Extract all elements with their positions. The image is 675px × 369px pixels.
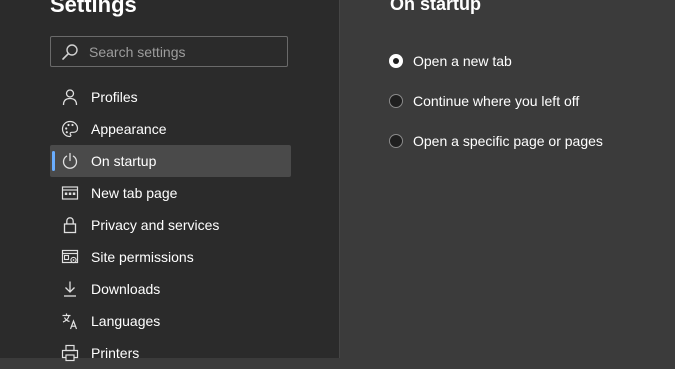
search-icon (60, 42, 80, 62)
new-tab-icon (60, 183, 80, 203)
option-label: Open a new tab (413, 53, 512, 69)
sidebar-title: Settings (50, 0, 137, 17)
sidebar-item-label: Profiles (91, 89, 138, 105)
download-icon (60, 279, 80, 299)
startup-options: Open a new tab Continue where you left o… (389, 41, 603, 161)
radio-button[interactable] (389, 54, 403, 68)
option-open-specific-pages[interactable]: Open a specific page or pages (389, 121, 603, 161)
sidebar-item-downloads[interactable]: Downloads (50, 273, 291, 305)
power-icon (60, 151, 80, 171)
option-continue-where-left-off[interactable]: Continue where you left off (389, 81, 603, 121)
settings-sidebar: Settings Profiles Appearance On startup (0, 0, 340, 362)
radio-button[interactable] (389, 94, 403, 108)
sidebar-item-profiles[interactable]: Profiles (50, 81, 291, 113)
sidebar-item-label: On startup (91, 153, 157, 169)
palette-icon (60, 119, 80, 139)
sidebar-item-on-startup[interactable]: On startup (50, 145, 291, 177)
sidebar-item-label: Downloads (91, 281, 161, 297)
lock-icon (60, 215, 80, 235)
settings-nav: Profiles Appearance On startup New tab p… (50, 81, 291, 369)
sidebar-item-label: Appearance (91, 121, 167, 137)
sidebar-item-new-tab-page[interactable]: New tab page (50, 177, 291, 209)
sidebar-item-label: New tab page (91, 185, 178, 201)
option-label: Open a specific page or pages (413, 133, 603, 149)
sidebar-item-privacy[interactable]: Privacy and services (50, 209, 291, 241)
printer-icon (60, 343, 80, 363)
sidebar-item-label: Languages (91, 313, 161, 329)
sidebar-item-label: Printers (91, 345, 140, 361)
option-open-new-tab[interactable]: Open a new tab (389, 41, 603, 81)
search-input[interactable] (89, 43, 287, 60)
main-content: On startup Open a new tab Continue where… (340, 0, 675, 358)
sidebar-item-printers[interactable]: Printers (50, 337, 291, 369)
sidebar-item-label: Site permissions (91, 249, 194, 265)
sidebar-item-label: Privacy and services (91, 217, 220, 233)
language-icon (60, 311, 80, 331)
person-icon (60, 87, 80, 107)
search-box[interactable] (50, 36, 288, 67)
sidebar-item-languages[interactable]: Languages (50, 305, 291, 337)
sidebar-item-appearance[interactable]: Appearance (50, 113, 291, 145)
radio-button[interactable] (389, 134, 403, 148)
sidebar-item-site-permissions[interactable]: Site permissions (50, 241, 291, 273)
site-permissions-icon (60, 247, 80, 267)
page-title: On startup (390, 0, 482, 14)
option-label: Continue where you left off (413, 93, 580, 109)
